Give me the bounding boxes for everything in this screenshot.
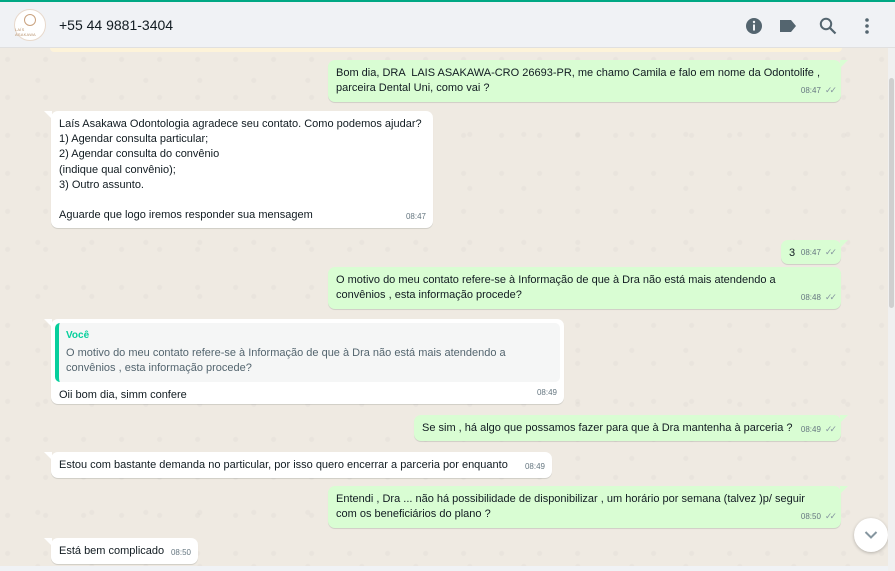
message-time: 08:49 (524, 461, 545, 471)
read-receipt-icon: ✓✓ (824, 423, 837, 434)
avatar-logo-text: LAÍS ASAKAWA (15, 26, 36, 37)
menu-icon[interactable] (857, 16, 877, 36)
quoted-text: O motivo do meu contato refere-se à Info… (66, 347, 506, 375)
composer-edge (0, 566, 888, 571)
chevron-down-icon (864, 531, 878, 539)
scroll-to-bottom-button[interactable] (854, 518, 888, 552)
message-text: Estou com bastante demanda no particular… (59, 459, 508, 471)
read-receipt-icon: ✓✓ (824, 246, 837, 257)
message-incoming[interactable]: Está bem complicado 08:50 (44, 538, 198, 564)
scrollbar-thumb[interactable] (889, 78, 894, 308)
chat-scrollbar[interactable] (888, 48, 895, 571)
message-time: 08:47 (800, 85, 821, 95)
message-text: Oii bom dia, simm confere (59, 388, 187, 401)
message-outgoing[interactable]: Bom dia, DRA LAIS ASAKAWA-CRO 26693-PR, … (328, 60, 848, 102)
message-meta: 08:48 ✓✓ (800, 290, 837, 305)
message-outgoing[interactable]: O motivo do meu contato refere-se à Info… (328, 267, 841, 309)
message-meta: 08:49 (537, 385, 557, 400)
message-outgoing[interactable]: Entendi , Dra ... não há possibilidade d… (328, 486, 848, 528)
message-meta: 08:47 ✓✓ (800, 83, 837, 98)
read-receipt-icon: ✓✓ (824, 84, 837, 95)
message-outgoing[interactable]: 3 08:47 ✓✓ (781, 240, 848, 264)
message-outgoing[interactable]: Se sim , há algo que possamos fazer para… (414, 415, 848, 441)
label-icon[interactable] (778, 16, 798, 36)
quoted-message[interactable]: Você O motivo do meu contato refere-se à… (55, 323, 560, 382)
read-receipt-icon: ✓✓ (824, 291, 837, 302)
message-time: 08:49 (536, 387, 557, 397)
message-meta: 08:47 ✓✓ (800, 245, 837, 260)
message-time: 08:50 (170, 547, 191, 557)
message-time: 08:49 (800, 424, 821, 434)
info-icon[interactable] (744, 16, 764, 36)
message-time: 08:47 (800, 247, 821, 257)
message-meta: 08:49 (525, 459, 545, 474)
message-time: 08:47 (405, 211, 426, 221)
message-time: 08:50 (800, 511, 821, 521)
message-incoming[interactable]: Estou com bastante demanda no particular… (44, 452, 552, 478)
previous-message-edge (50, 48, 842, 52)
message-meta: 08:49 ✓✓ (800, 422, 837, 437)
message-meta: 08:50 ✓✓ (800, 509, 837, 524)
contact-avatar[interactable]: LAÍS ASAKAWA (14, 9, 46, 41)
search-icon[interactable] (818, 16, 838, 36)
message-text: Laís Asakawa Odontologia agradece seu co… (59, 118, 422, 222)
message-incoming[interactable]: Laís Asakawa Odontologia agradece seu co… (44, 111, 433, 228)
contact-name[interactable]: +55 44 9881-3404 (59, 17, 173, 33)
quoted-author: Você (66, 330, 90, 341)
message-meta: 08:47 (406, 209, 426, 224)
message-meta: 08:50 (171, 545, 191, 560)
message-time: 08:48 (800, 292, 821, 302)
message-text: Entendi , Dra ... não há possibilidade d… (336, 493, 805, 521)
chat-header: LAÍS ASAKAWA +55 44 9881-3404 (0, 0, 895, 48)
logo-icon (24, 13, 36, 26)
message-incoming-reply[interactable]: Você O motivo do meu contato refere-se à… (44, 319, 564, 404)
message-text: Bom dia, DRA LAIS ASAKAWA-CRO 26693-PR, … (336, 67, 821, 95)
message-text: Se sim , há algo que possamos fazer para… (422, 422, 793, 434)
chat-panel: Bom dia, DRA LAIS ASAKAWA-CRO 26693-PR, … (0, 48, 888, 566)
message-text: O motivo do meu contato refere-se à Info… (336, 274, 776, 302)
read-receipt-icon: ✓✓ (824, 510, 837, 521)
